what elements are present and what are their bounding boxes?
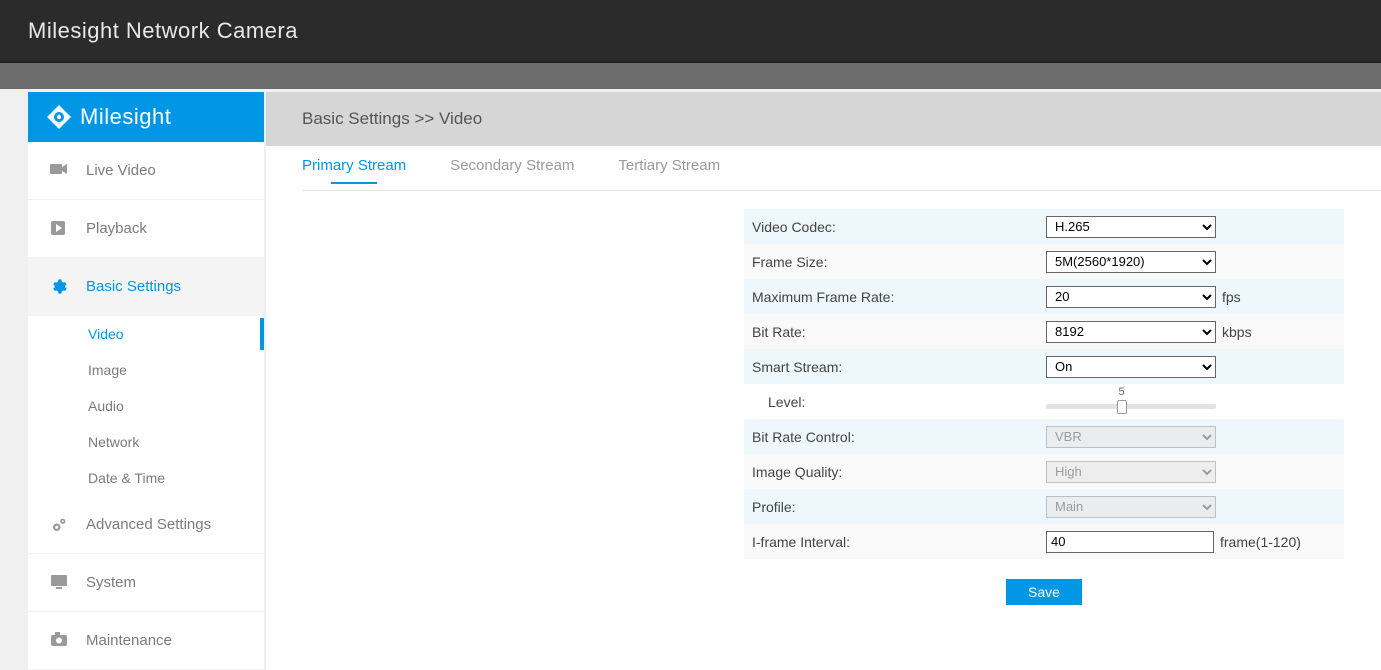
label-smart-stream: Smart Stream: bbox=[744, 359, 1044, 375]
play-icon bbox=[50, 220, 68, 238]
content: Basic Settings >> Video Primary Stream S… bbox=[266, 92, 1381, 670]
nav-label: Playback bbox=[86, 220, 147, 237]
sidebar: Milesight Live Video Playback Basic Sett bbox=[28, 92, 264, 670]
select-profile: Main bbox=[1046, 496, 1216, 518]
label-max-frame-rate: Maximum Frame Rate: bbox=[744, 289, 1044, 305]
label-video-codec: Video Codec: bbox=[744, 219, 1044, 235]
row-level: Level: 5 bbox=[744, 384, 1344, 419]
row-profile: Profile: Main bbox=[744, 489, 1344, 524]
nav-label: System bbox=[86, 574, 136, 591]
row-video-codec: Video Codec: H.265 bbox=[744, 209, 1344, 244]
label-frame-size: Frame Size: bbox=[744, 254, 1044, 270]
row-max-frame-rate: Maximum Frame Rate: 20 fps bbox=[744, 279, 1344, 314]
save-button[interactable]: Save bbox=[1006, 579, 1082, 605]
tab-secondary-stream[interactable]: Secondary Stream bbox=[450, 149, 574, 182]
nav-label: Advanced Settings bbox=[86, 516, 211, 533]
unit-fps: fps bbox=[1222, 289, 1241, 305]
nav-basic-settings[interactable]: Basic Settings bbox=[28, 258, 264, 316]
subnav-basic: Video Image Audio Network Date & Time bbox=[28, 316, 264, 496]
label-iframe-interval: I-frame Interval: bbox=[744, 534, 1044, 550]
tab-primary-stream[interactable]: Primary Stream bbox=[302, 149, 406, 182]
nav-label: Basic Settings bbox=[86, 278, 181, 295]
gear-icon bbox=[50, 278, 68, 296]
monitor-icon bbox=[50, 574, 68, 592]
workspace: Milesight Live Video Playback Basic Sett bbox=[0, 89, 1381, 670]
select-bit-rate[interactable]: 8192 bbox=[1046, 321, 1216, 343]
nav-maintenance[interactable]: Maintenance bbox=[28, 612, 264, 670]
sidebar-nav: Live Video Playback Basic Settings Video… bbox=[28, 142, 264, 670]
label-level: Level: bbox=[744, 394, 1044, 410]
subnav-video[interactable]: Video bbox=[28, 316, 264, 352]
stream-tabs: Primary Stream Secondary Stream Tertiary… bbox=[266, 146, 1381, 186]
input-iframe-interval[interactable] bbox=[1046, 531, 1214, 553]
select-max-frame-rate[interactable]: 20 bbox=[1046, 286, 1216, 308]
select-frame-size[interactable]: 5M(2560*1920) bbox=[1046, 251, 1216, 273]
settings-table: Video Codec: H.265 Frame Size: 5M(2560*1… bbox=[744, 209, 1344, 559]
gears-icon bbox=[50, 516, 68, 534]
select-bit-rate-control: VBR bbox=[1046, 426, 1216, 448]
nav-live-video[interactable]: Live Video bbox=[28, 142, 264, 200]
brand-text: Milesight bbox=[80, 104, 171, 130]
row-bit-rate-control: Bit Rate Control: VBR bbox=[744, 419, 1344, 454]
content-body: Video Codec: H.265 Frame Size: 5M(2560*1… bbox=[302, 190, 1381, 670]
nav-label: Live Video bbox=[86, 162, 156, 179]
brand-bar: Milesight bbox=[28, 92, 264, 142]
top-bar: Milesight Network Camera bbox=[0, 0, 1381, 63]
unit-iframe: frame(1-120) bbox=[1220, 534, 1301, 550]
subnav-image[interactable]: Image bbox=[28, 352, 264, 388]
select-image-quality: High bbox=[1046, 461, 1216, 483]
select-smart-stream[interactable]: On bbox=[1046, 356, 1216, 378]
brand-logo-icon bbox=[46, 104, 72, 130]
breadcrumb: Basic Settings >> Video bbox=[266, 92, 1381, 146]
nav-advanced-settings[interactable]: Advanced Settings bbox=[28, 496, 264, 554]
subnav-network[interactable]: Network bbox=[28, 424, 264, 460]
unit-kbps: kbps bbox=[1222, 324, 1252, 340]
tab-tertiary-stream[interactable]: Tertiary Stream bbox=[618, 149, 720, 182]
row-iframe-interval: I-frame Interval: frame(1-120) bbox=[744, 524, 1344, 559]
subnav-audio[interactable]: Audio bbox=[28, 388, 264, 424]
nav-label: Maintenance bbox=[86, 632, 172, 649]
nav-system[interactable]: System bbox=[28, 554, 264, 612]
label-bit-rate: Bit Rate: bbox=[744, 324, 1044, 340]
subnav-datetime[interactable]: Date & Time bbox=[28, 460, 264, 496]
nav-playback[interactable]: Playback bbox=[28, 200, 264, 258]
app-title: Milesight Network Camera bbox=[28, 18, 298, 44]
row-smart-stream: Smart Stream: On bbox=[744, 349, 1344, 384]
label-bit-rate-control: Bit Rate Control: bbox=[744, 429, 1044, 445]
slider-level[interactable]: 5 bbox=[1046, 388, 1216, 416]
row-frame-size: Frame Size: 5M(2560*1920) bbox=[744, 244, 1344, 279]
row-bit-rate: Bit Rate: 8192 kbps bbox=[744, 314, 1344, 349]
camera-icon bbox=[50, 162, 68, 180]
camera2-icon bbox=[50, 632, 68, 650]
top-bar-secondary bbox=[0, 63, 1381, 89]
label-image-quality: Image Quality: bbox=[744, 464, 1044, 480]
label-profile: Profile: bbox=[744, 499, 1044, 515]
row-image-quality: Image Quality: High bbox=[744, 454, 1344, 489]
select-video-codec[interactable]: H.265 bbox=[1046, 216, 1216, 238]
